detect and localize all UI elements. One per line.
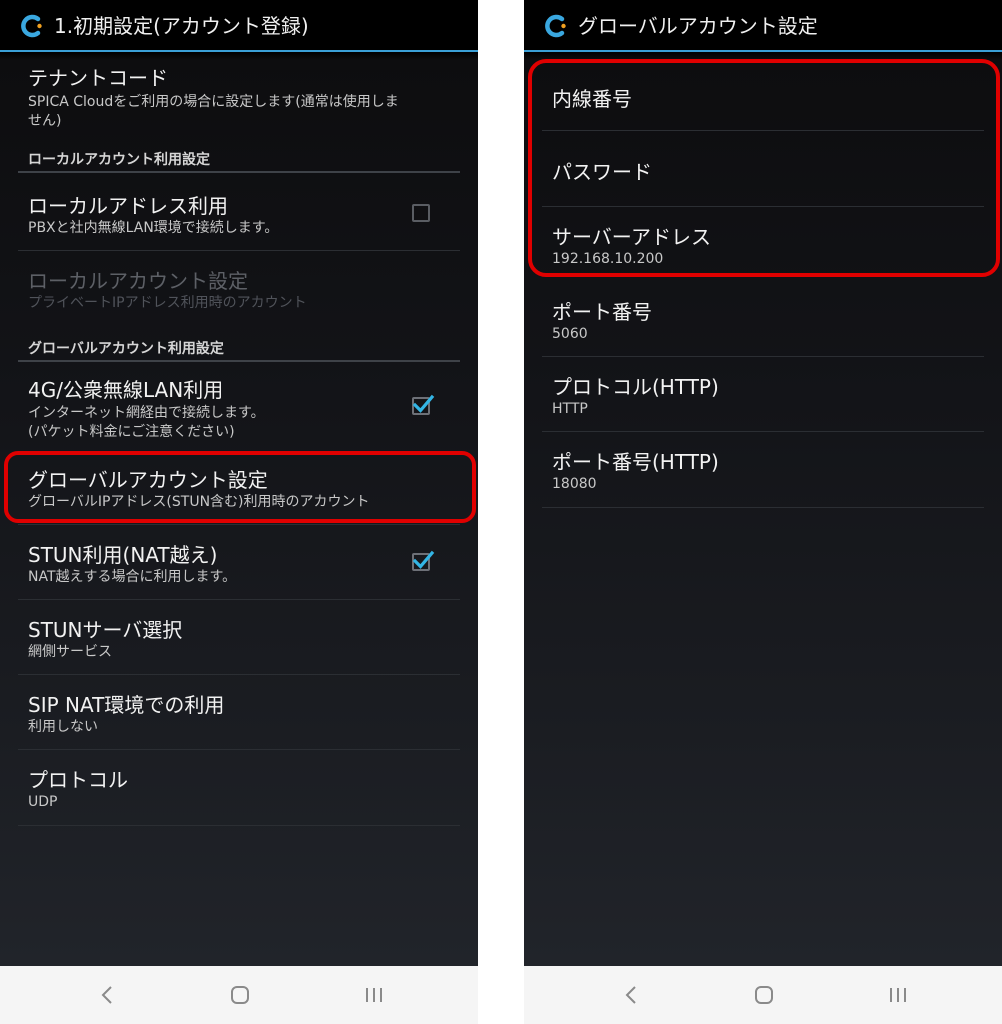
stun-checkbox[interactable] <box>412 550 435 571</box>
back-icon[interactable] <box>616 980 646 1010</box>
home-icon[interactable] <box>749 980 779 1010</box>
left-phone-screen: 1.初期設定(アカウント登録) テナントコード SPICA Cloudをご利用の… <box>0 0 478 1024</box>
pref-port-number-http[interactable]: ポート番号(HTTP) 18080 <box>542 432 984 508</box>
pref-summary: UDP <box>28 794 58 810</box>
navigation-bar <box>524 966 1002 1024</box>
action-bar: グローバルアカウント設定 <box>524 0 1002 52</box>
pref-title: 内線番号 <box>552 87 632 111</box>
pref-summary: NAT越えする場合に利用します。 <box>28 569 237 585</box>
pref-summary: 網側サービス <box>28 644 112 660</box>
pref-title: ローカルアドレス利用 <box>28 194 228 218</box>
pref-title: ローカルアカウント設定 <box>28 269 248 293</box>
category-local-account: ローカルアカウント利用設定 <box>18 145 460 173</box>
pref-title: 4G/公衆無線LAN利用 <box>28 378 224 402</box>
pref-tenant-code[interactable]: テナントコード SPICA Cloudをご利用の場合に設定します(通常は使用しま… <box>18 60 460 134</box>
pref-extension-number[interactable]: 内線番号 <box>542 60 984 131</box>
category-label: ローカルアカウント利用設定 <box>28 152 210 168</box>
action-bar: 1.初期設定(アカウント登録) <box>0 0 478 52</box>
pref-port-number[interactable]: ポート番号 5060 <box>542 282 984 357</box>
pref-summary: 18080 <box>552 476 597 492</box>
pref-title: SIP NAT環境での利用 <box>28 693 225 717</box>
recent-apps-icon[interactable] <box>359 980 389 1010</box>
pref-server-address[interactable]: サーバーアドレス 192.168.10.200 <box>542 207 984 282</box>
back-icon[interactable] <box>92 980 122 1010</box>
recent-apps-icon[interactable] <box>883 980 913 1010</box>
pref-local-account-settings: ローカルアカウント設定 プライベートIPアドレス利用時のアカウント <box>18 251 460 331</box>
pref-title: STUN利用(NAT越え) <box>28 543 218 567</box>
pref-summary: PBXと社内無線LAN環境で接続します。 <box>28 220 279 236</box>
pref-summary: 5060 <box>552 326 588 342</box>
app-logo-icon <box>545 14 566 38</box>
pref-title: STUNサーバ選択 <box>28 618 183 642</box>
pref-summary: SPICA Cloudをご利用の場合に設定します(通常は使用しま <box>28 94 399 110</box>
pref-protocol-http[interactable]: プロトコル(HTTP) HTTP <box>542 357 984 432</box>
pref-title: パスワード <box>552 160 652 184</box>
pref-summary: せん) <box>28 113 62 129</box>
pref-summary: インターネット網経由で接続します。 <box>28 405 265 421</box>
right-phone-screen: グローバルアカウント設定 内線番号 パスワード サーバーアドレス 192.168… <box>524 0 1002 1024</box>
app-logo-icon <box>21 14 42 38</box>
pref-password[interactable]: パスワード <box>542 131 984 207</box>
pref-title: サーバーアドレス <box>552 225 711 249</box>
pref-title: ポート番号(HTTP) <box>552 450 719 474</box>
local-address-checkbox[interactable] <box>412 204 430 222</box>
pref-summary: プライベートIPアドレス利用時のアカウント <box>28 295 307 311</box>
pref-title: テナントコード <box>28 66 168 90</box>
pref-stun[interactable]: STUN利用(NAT越え) NAT越えする場合に利用します。 <box>18 525 460 600</box>
checkmark-icon <box>412 550 435 569</box>
pref-summary: 利用しない <box>28 719 98 735</box>
pref-summary: 192.168.10.200 <box>552 251 664 267</box>
pref-title: プロトコル <box>28 768 128 792</box>
pref-title: グローバルアカウント設定 <box>28 468 268 492</box>
checkmark-icon <box>412 394 435 413</box>
pref-summary: HTTP <box>552 401 588 417</box>
mobile-wlan-checkbox[interactable] <box>412 394 435 415</box>
pref-protocol[interactable]: プロトコル UDP <box>18 750 460 826</box>
pref-summary: グローバルIPアドレス(STUN含む)利用時のアカウント <box>28 494 370 510</box>
navigation-bar <box>0 966 478 1024</box>
pref-local-address[interactable]: ローカルアドレス利用 PBXと社内無線LAN環境で接続します。 <box>18 176 460 251</box>
pref-summary: (パケット料金にご注意ください) <box>28 424 235 440</box>
pref-stun-server[interactable]: STUNサーバ選択 網側サービス <box>18 600 460 675</box>
category-global-account: グローバルアカウント利用設定 <box>18 334 460 362</box>
home-icon[interactable] <box>225 980 255 1010</box>
screen-title: 1.初期設定(アカウント登録) <box>54 14 309 38</box>
pref-mobile-wlan[interactable]: 4G/公衆無線LAN利用 インターネット網経由で接続します。 (パケット料金にご… <box>18 364 460 446</box>
pref-title: プロトコル(HTTP) <box>552 375 719 399</box>
category-label: グローバルアカウント利用設定 <box>28 341 224 357</box>
pref-sip-nat[interactable]: SIP NAT環境での利用 利用しない <box>18 675 460 750</box>
pref-global-account-settings[interactable]: グローバルアカウント設定 グローバルIPアドレス(STUN含む)利用時のアカウン… <box>18 450 460 525</box>
pref-title: ポート番号 <box>552 300 652 324</box>
screen-title: グローバルアカウント設定 <box>578 14 818 38</box>
